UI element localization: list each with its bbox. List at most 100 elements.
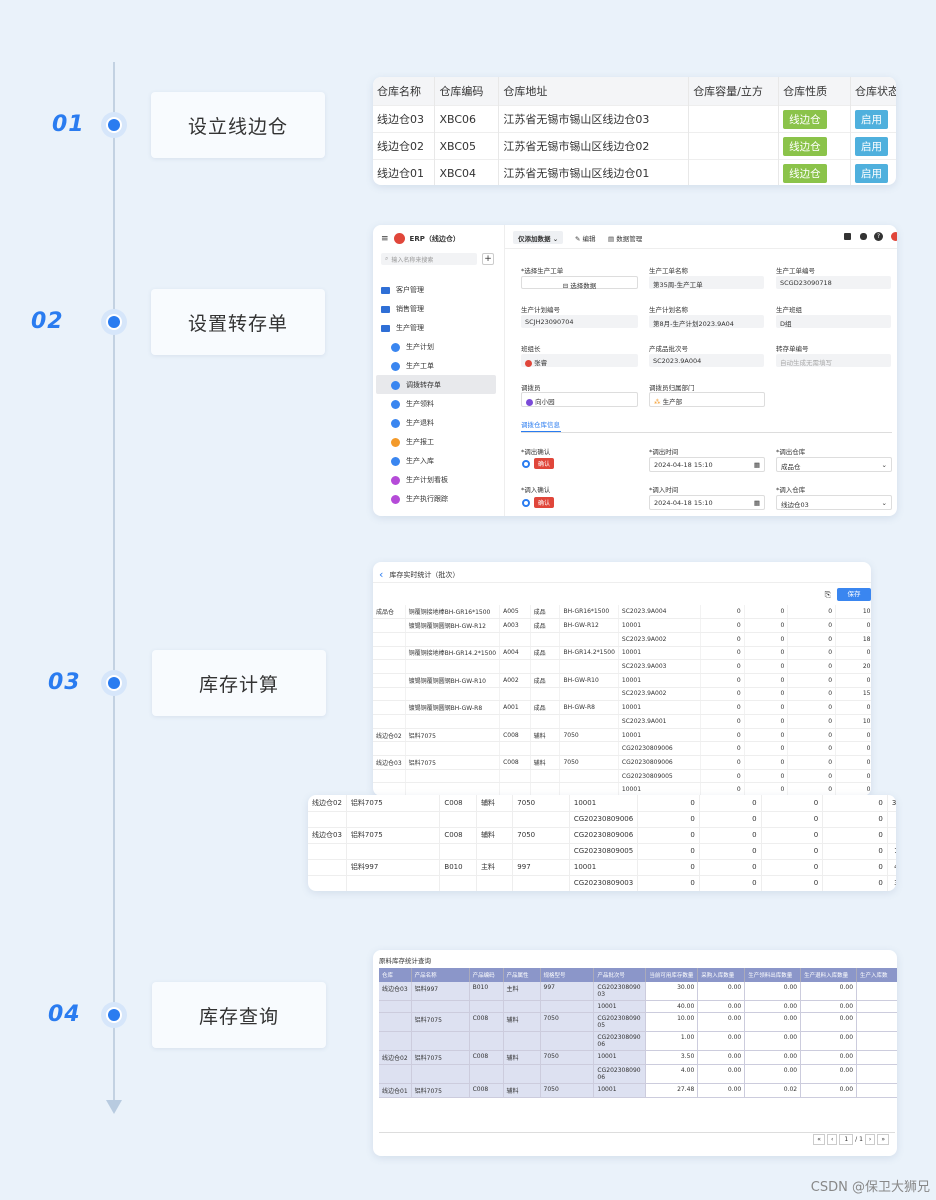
data-management-button[interactable]: ▤ 数据管理 xyxy=(608,233,642,243)
sidebar-search[interactable]: ⌕ 输入名称来搜索 xyxy=(381,253,477,265)
table-row[interactable]: 镀锡铜覆铜圆钢BH-GW-R8A001成品BH-GW-R810001000017… xyxy=(373,700,871,715)
plan-no-field[interactable]: SCJH23090704 xyxy=(521,315,638,328)
table-row[interactable]: SC2023.9A003000200 xyxy=(373,659,871,674)
team-field[interactable]: D组 xyxy=(776,315,891,328)
table-row[interactable]: 铝料997B010主料99710001000040 xyxy=(308,859,896,876)
cell-value: 0 xyxy=(744,646,789,661)
export-icon[interactable]: ⎘ xyxy=(825,590,831,600)
batch-field[interactable]: SC2023.9A004 xyxy=(649,354,764,367)
cell-value: 3.50 xyxy=(645,1050,699,1065)
field-label: 调拨员归属部门 xyxy=(649,384,695,392)
dept-field[interactable]: ⁂ 生产部 xyxy=(649,392,765,407)
select-data-button[interactable]: ⊟ 选择数据 xyxy=(521,276,638,290)
leader-field[interactable]: 张睿 xyxy=(521,354,638,367)
cell-attr xyxy=(530,632,561,647)
table-row[interactable]: 线边仓01 XBC04 江苏省无锡市锡山区线边仓01 线边仓 启用 xyxy=(373,159,896,185)
tab-warehouse-info[interactable]: 调拨仓库信息 xyxy=(521,419,560,429)
cell-name xyxy=(405,769,501,784)
table-row[interactable]: SC2023.9A002000180 xyxy=(373,632,871,647)
sidebar-item-board[interactable]: 生产计划看板 xyxy=(391,475,448,485)
next-page-icon[interactable]: › xyxy=(864,1134,876,1145)
out-confirm-radio[interactable]: 确认 xyxy=(522,458,555,469)
sidebar-item-order[interactable]: 生产工单 xyxy=(391,361,434,371)
first-page-icon[interactable]: « xyxy=(813,1134,825,1145)
order-no-field[interactable]: SCGD23090718 xyxy=(776,276,891,289)
in-warehouse-select[interactable]: 线边仓03 ⌄ xyxy=(776,495,892,510)
sidebar-item-transfer[interactable]: 调拨转存单 xyxy=(391,380,441,390)
dispatcher-field[interactable]: 向小园 xyxy=(521,392,638,407)
add-icon[interactable]: + xyxy=(482,253,494,265)
sidebar-item-plan[interactable]: 生产计划 xyxy=(391,342,434,352)
table-row[interactable]: 铜覆铜接地棒BH-GR14.2*1500 A004 成品 BH-GR14.2*1500… xyxy=(373,646,871,661)
select-icon: ⊟ xyxy=(562,282,569,290)
table-row[interactable]: 镀锡铜覆铜圆钢BH-GW-R10 A002 成品 BH-GW-R10 10001 0 0 0 0… xyxy=(373,673,871,688)
search-input[interactable]: 输入名称来搜索 xyxy=(391,255,433,264)
table-row[interactable]: 线边仓03 铝料997 B010 主料 997 CG20230809003 30.00 0.0… xyxy=(379,982,897,1001)
sidebar-item-track[interactable]: 生产执行跟踪 xyxy=(391,494,448,504)
cell-value: 1.00 xyxy=(645,1031,699,1051)
table-row[interactable]: 线边仓03 XBC06 江苏省无锡市锡山区线边仓03 线边仓 启用 xyxy=(373,105,896,133)
cell-spec: 7050 xyxy=(559,755,619,770)
sidebar-item-picking[interactable]: 生产领料 xyxy=(391,399,434,409)
cell-wh xyxy=(308,843,347,860)
table-row[interactable]: CG202308090061.000.000.000.000 xyxy=(379,1031,897,1051)
table-row[interactable]: SC2023.9A001000100 xyxy=(373,714,871,729)
out-warehouse-select[interactable]: 成品仓 ⌄ xyxy=(776,457,892,472)
back-icon[interactable]: ‹ xyxy=(379,568,383,581)
table-row[interactable]: 线边仓02 铝料7075 C008 辅料 7050 10001 3.50 0.00 0.00 0.… xyxy=(379,1050,897,1065)
page-input[interactable]: 1 xyxy=(839,1134,854,1145)
sidebar-item-label: 调拨转存单 xyxy=(406,381,441,389)
table-row[interactable]: 线边仓02铝料7075C008辅料70501000100003.5 xyxy=(373,728,871,743)
cell: XBC05 xyxy=(434,132,500,160)
table-row[interactable]: CG20230809005000010 xyxy=(308,843,896,860)
cell-batch: 10001 xyxy=(618,728,702,743)
table-row[interactable]: 1000140.000.000.000.000 xyxy=(379,1000,897,1013)
table-row[interactable]: 线边仓03铝料7075C008辅料7050CG2023080900600001 xyxy=(373,755,871,770)
table-row[interactable]: CG2023080900600004 xyxy=(308,811,896,828)
table-row[interactable]: 成品仓 铜覆铜接地棒BH-GR16*1500 A005 成品 BH-GR16*1500 S… xyxy=(373,605,871,620)
table-row[interactable]: 线边仓02铝料7075C008辅料70501000100003.5 xyxy=(308,795,896,812)
divider xyxy=(379,1132,895,1133)
cell-value: 0 xyxy=(787,728,837,743)
in-time-input[interactable]: 2024-04-18 15:10 ▦ xyxy=(649,495,765,510)
table-row[interactable]: CG2023080900600004 xyxy=(373,741,871,757)
table-row[interactable]: CG202308090064.000.000.000.000 xyxy=(379,1064,897,1084)
sidebar-item-customer[interactable]: 客户管理 xyxy=(381,285,424,295)
avatar[interactable] xyxy=(891,232,897,241)
cell-spec: BH-GR16*1500 xyxy=(559,605,619,620)
sidebar-item-production[interactable]: 生产管理 xyxy=(381,323,424,333)
menu-icon[interactable]: ≡ xyxy=(381,234,389,244)
save-button[interactable]: 保存 xyxy=(837,588,871,601)
table-row[interactable]: 镀锡铜覆铜圆钢BH-GW-R12 A003 成品 BH-GW-R12 10001 0 0 0 0… xyxy=(373,618,871,633)
table-row[interactable]: 线边仓01 铝料7075 C008 辅料 7050 10001 27.48 0.00 0.02 0… xyxy=(379,1083,897,1098)
sidebar-item-storage[interactable]: 生产入库 xyxy=(391,456,434,466)
plan-name-field[interactable]: 第8月-生产计划2023.9A04 xyxy=(649,315,764,328)
edit-button[interactable]: ✎ 编辑 xyxy=(575,233,596,243)
sidebar-item-return[interactable]: 生产退料 xyxy=(391,418,434,428)
table-row[interactable]: CG20230809003000030 xyxy=(308,875,896,891)
table-row[interactable]: 铝料7075 C008 辅料 7050 CG20230809005 10.00 0.00 0.… xyxy=(379,1012,897,1032)
cell-wh: 线边仓01 xyxy=(379,1083,412,1098)
cell-attr xyxy=(476,811,514,828)
prev-page-icon[interactable]: ‹ xyxy=(826,1134,838,1145)
bell-icon[interactable] xyxy=(860,233,867,240)
stats-zoom-table: 线边仓02铝料7075C008辅料70501000100003.5CG20230… xyxy=(308,795,896,891)
field-label: 产成品批次号 xyxy=(649,345,688,353)
last-page-icon[interactable]: » xyxy=(877,1134,889,1145)
out-time-input[interactable]: 2024-04-18 15:10 ▦ xyxy=(649,457,765,472)
sidebar-item-sales[interactable]: 销售管理 xyxy=(381,304,424,314)
help-icon[interactable]: ? xyxy=(874,232,883,241)
add-data-dropdown[interactable]: 仅添加数据 ⌄ xyxy=(513,231,564,244)
table-row[interactable]: 线边仓03铝料7075C008辅料7050CG2023080900600001 xyxy=(308,827,896,844)
table-row[interactable]: CG20230809005000010 xyxy=(373,769,871,784)
panel-icon[interactable] xyxy=(844,233,851,240)
app-logo-icon xyxy=(393,233,405,244)
order-name-field[interactable]: 第35周-生产工单 xyxy=(649,276,764,289)
transfer-no-field[interactable]: 自动生成无需填写 xyxy=(776,354,891,367)
cell-batch: CG20230809005 xyxy=(593,1012,647,1032)
sidebar-item-report[interactable]: 生产报工 xyxy=(391,437,434,447)
folder-icon xyxy=(381,305,390,313)
in-confirm-radio[interactable]: 确认 xyxy=(522,497,555,508)
table-row[interactable]: 线边仓02 XBC05 江苏省无锡市锡山区线边仓02 线边仓 启用 xyxy=(373,132,896,160)
table-row[interactable]: SC2023.9A002000150 xyxy=(373,687,871,702)
